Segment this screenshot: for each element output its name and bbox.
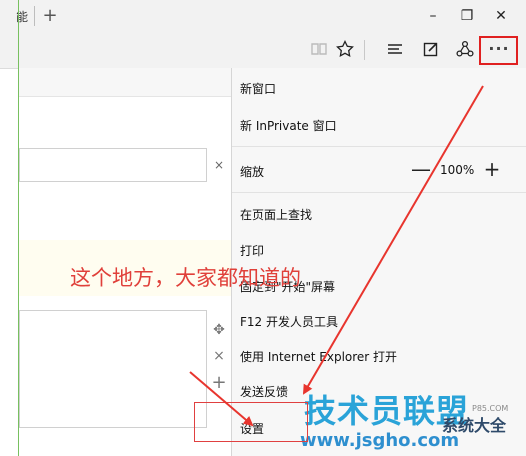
arrow-from-left [189,371,254,427]
annotation-arrows [189,85,484,427]
arrow-to-settings [302,85,484,395]
